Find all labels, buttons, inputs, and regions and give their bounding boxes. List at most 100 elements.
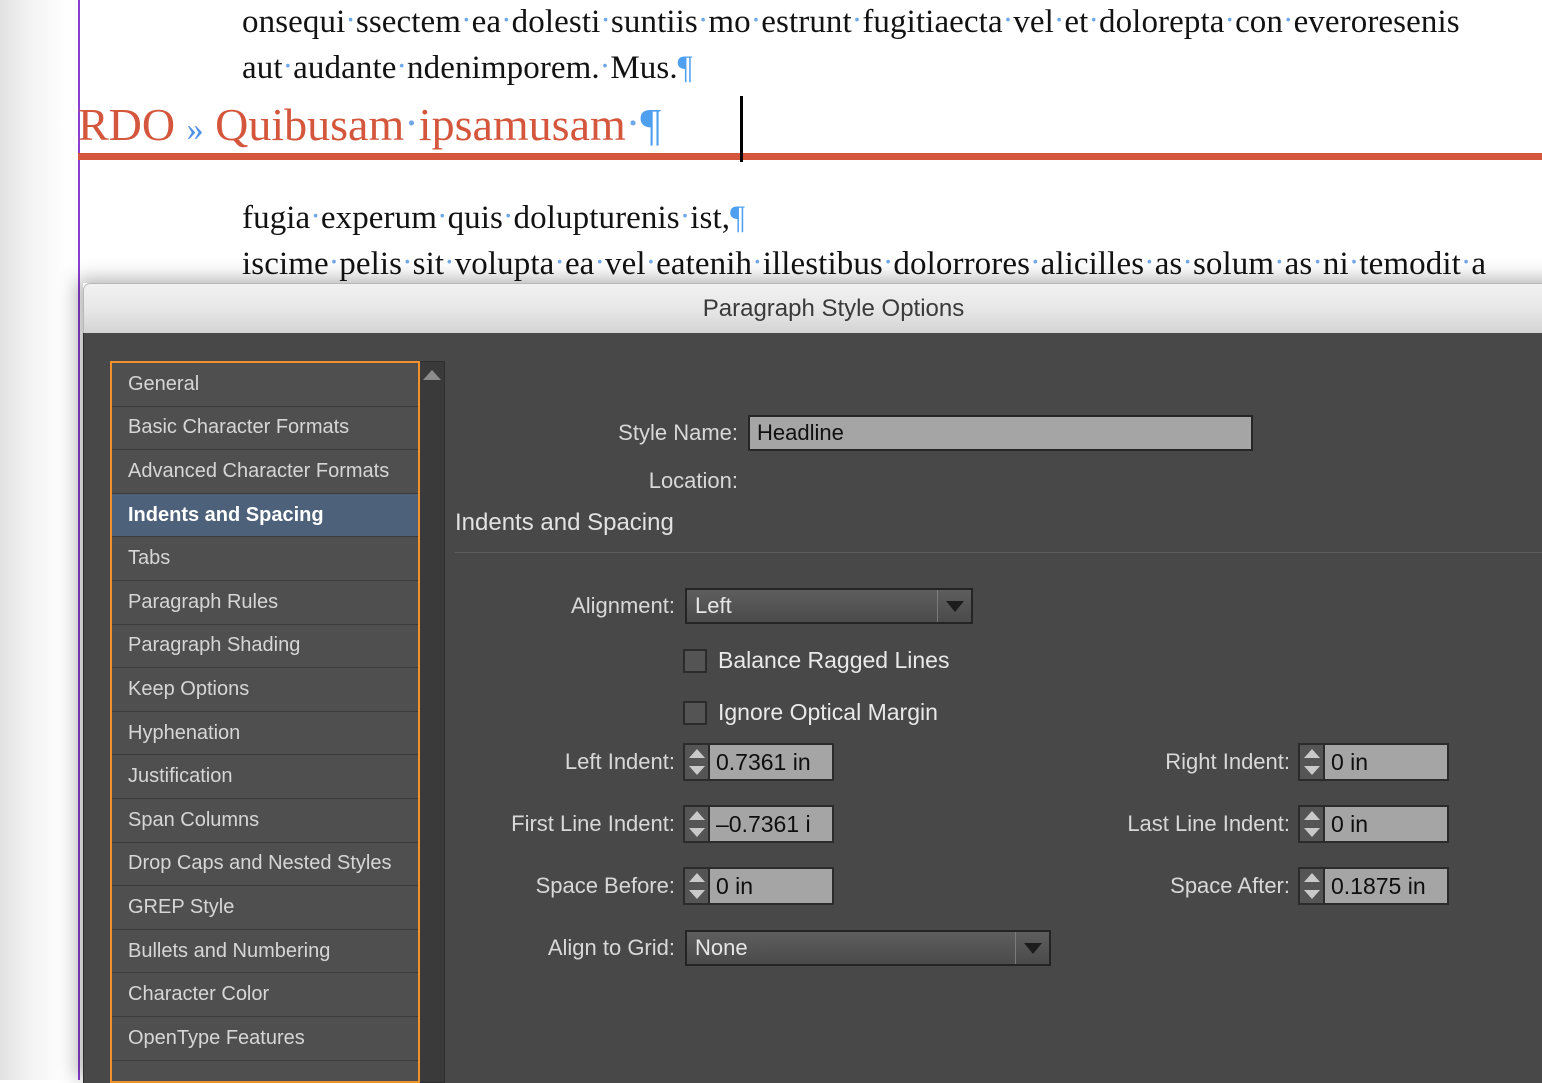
category-item-label: GREP Style [128,895,235,918]
category-item-tabs[interactable]: Tabs [112,537,418,581]
stepper-down-icon[interactable] [688,828,705,837]
tab-marker-icon: » [186,111,204,148]
stepper-up-icon[interactable] [1303,873,1320,882]
category-item-opentype-features[interactable]: OpenType Features [112,1016,418,1061]
location-row: Location: [445,468,1542,494]
category-item-general[interactable]: General [112,363,418,407]
category-list[interactable]: General Basic Character Formats Advanced C… [110,361,420,1083]
doc-line-4-text: iscime·pelis·sit·volupta·ea·vel·eatenih·… [242,244,1487,282]
ignore-optical-margin-checkbox[interactable] [683,700,707,725]
document-text-line: aut·audante·ndenimporem.·Mus.¶ [242,48,693,87]
category-item-label: Paragraph Shading [128,634,301,657]
dialog-body: General Basic Character Formats Advanced C… [83,333,1542,1083]
ignore-optical-margin-row[interactable]: Ignore Optical Margin [683,699,938,726]
ignore-optical-margin-label: Ignore Optical Margin [718,699,938,725]
stepper-down-icon[interactable] [688,766,705,775]
category-item-label: Bullets and Numbering [128,939,331,962]
category-item-basic-character-formats[interactable]: Basic Character Formats [112,406,418,451]
category-item-label: Character Color [128,983,270,1006]
section-heading: Indents and Spacing [455,509,674,536]
location-label: Location: [648,468,738,493]
balance-ragged-lines-checkbox[interactable] [683,648,707,673]
style-name-input[interactable]: Headline [748,415,1253,451]
category-item-advanced-character-formats[interactable]: Advanced Character Formats [112,450,418,494]
right-indent-input[interactable]: 0 in [1325,743,1449,781]
section-divider [455,552,1542,553]
stepper-up-icon[interactable] [1303,811,1320,820]
margin-guide-line [78,0,80,1080]
scroll-up-arrow-icon[interactable] [423,370,441,380]
space-after-stepper[interactable] [1298,867,1325,905]
category-item-label: Drop Caps and Nested Styles [128,852,392,875]
space-after-row: Space After: 0.1875 in [1020,867,1449,905]
align-to-grid-label: Align to Grid: [547,935,675,960]
chevron-down-icon[interactable] [1015,932,1049,964]
first-line-indent-stepper[interactable] [683,805,710,843]
text-insertion-caret [740,96,743,162]
stepper-up-icon[interactable] [688,749,705,758]
stepper-up-icon[interactable] [688,873,705,882]
stepper-up-icon[interactable] [688,811,705,820]
last-line-indent-input[interactable]: 0 in [1325,805,1449,843]
alignment-row: Alignment: Left [445,588,973,624]
style-name-label: Style Name: [618,420,738,445]
category-item-character-color[interactable]: Character Color [112,973,418,1017]
category-item-paragraph-rules[interactable]: Paragraph Rules [112,580,418,625]
space-before-input[interactable]: 0 in [710,867,834,905]
stepper-down-icon[interactable] [1303,766,1320,775]
category-item-keep-options[interactable]: Keep Options [112,668,418,712]
stepper-down-icon[interactable] [688,890,705,899]
paragraph-rule-line [78,153,1542,160]
left-indent-input[interactable]: 0.7361 in [710,743,834,781]
headline-rest: Quibusam·ipsamusam· [215,99,641,150]
last-line-indent-stepper[interactable] [1298,805,1325,843]
paragraph-style-options-dialog[interactable]: Paragraph Style Options General Basic Cha… [83,283,1542,1083]
first-line-indent-label: First Line Indent: [511,811,675,836]
doc-line-3-text: fugia·experum·quis·dolupturenis·ist, [242,198,731,236]
category-item-label: Indents and Spacing [128,503,324,526]
right-indent-row: Right Indent: 0 in [1020,743,1449,781]
category-item-label: Span Columns [128,808,260,831]
alignment-label: Alignment: [571,593,675,618]
doc-line-2-text: aut·audante·ndenimporem.·Mus. [242,48,678,86]
space-before-row: Space Before: 0 in [445,867,834,905]
first-line-indent-input[interactable]: –0.7361 i [710,805,834,843]
category-item-label: Keep Options [128,677,250,700]
space-before-stepper[interactable] [683,867,710,905]
category-item-label: Justification [128,765,233,788]
stepper-down-icon[interactable] [1303,890,1320,899]
style-name-row: Style Name: Headline [445,415,1542,451]
pasteboard-shadow [0,0,80,1080]
stepper-down-icon[interactable] [1303,828,1320,837]
right-indent-label: Right Indent: [1165,749,1290,774]
document-text-line: iscime·pelis·sit·volupta·ea·vel·eatenih·… [242,244,1486,283]
category-item-drop-caps-and-nested-styles[interactable]: Drop Caps and Nested Styles [112,842,418,887]
left-indent-stepper[interactable] [683,743,710,781]
right-indent-stepper[interactable] [1298,743,1325,781]
category-list-scrollbar[interactable] [420,361,445,1083]
stepper-up-icon[interactable] [1303,749,1320,758]
category-item-indents-and-spacing[interactable]: Indents and Spacing [112,493,418,538]
category-item-span-columns[interactable]: Span Columns [112,798,418,843]
balance-ragged-lines-label: Balance Ragged Lines [718,647,950,673]
alignment-dropdown[interactable]: Left [685,588,973,624]
category-item-paragraph-shading[interactable]: Paragraph Shading [112,624,418,669]
category-item-justification[interactable]: Justification [112,755,418,799]
chevron-down-icon[interactable] [937,590,971,622]
dialog-titlebar[interactable]: Paragraph Style Options [83,283,1542,333]
headline-text: RDO » Quibusam·ipsamusam·¶ [78,98,661,151]
last-line-indent-row: Last Line Indent: 0 in [1020,805,1449,843]
category-item-grep-style[interactable]: GREP Style [112,886,418,930]
space-after-input[interactable]: 0.1875 in [1325,867,1449,905]
pilcrow-icon: ¶ [640,99,662,150]
document-text-line: onsequi·ssectem·ea·dolesti·suntiis·mo·es… [242,2,1460,41]
category-item-label: Paragraph Rules [128,590,279,613]
options-pane: Style Name: Headline Location: Indents a… [445,333,1542,1083]
align-to-grid-dropdown[interactable]: None [685,930,1051,966]
category-item-label: General [128,372,200,395]
category-item-hyphenation[interactable]: Hyphenation [112,711,418,756]
left-indent-label: Left Indent: [564,749,675,774]
category-item-bullets-and-numbering[interactable]: Bullets and Numbering [112,929,418,974]
headline-paragraph: RDO » Quibusam·ipsamusam·¶ [0,98,1542,160]
balance-ragged-lines-row[interactable]: Balance Ragged Lines [683,647,949,674]
